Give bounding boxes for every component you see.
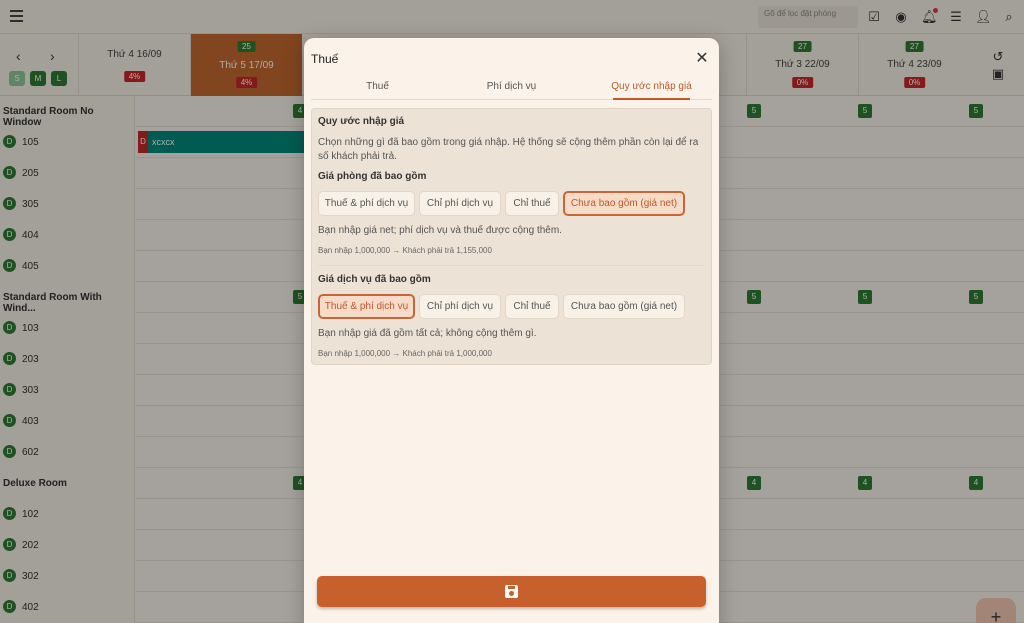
save-icon: [505, 585, 518, 598]
service-price-example: Bạn nhập 1,000,000 → Khách phải trả 1,00…: [318, 349, 492, 358]
room-opt-tax-and-fee[interactable]: Thuế & phí dịch vụ: [318, 191, 415, 216]
room-price-section-title: Giá phòng đã bao gồm: [318, 171, 427, 182]
room-opt-net-price[interactable]: Chưa bao gồm (giá net): [563, 191, 685, 216]
section-divider: [318, 265, 705, 266]
active-tab-indicator: [613, 98, 690, 100]
service-opt-tax-and-fee[interactable]: Thuế & phí dịch vụ: [318, 294, 415, 319]
service-price-section-title: Giá dịch vụ đã bao gồm: [318, 274, 431, 285]
room-opt-tax-only[interactable]: Chỉ thuế: [505, 191, 559, 216]
service-opt-fee-only[interactable]: Chỉ phí dịch vụ: [419, 294, 501, 319]
tab-tax[interactable]: Thuế: [311, 81, 444, 92]
card-title: Quy ước nhập giá: [318, 116, 405, 127]
service-opt-tax-only[interactable]: Chỉ thuế: [505, 294, 559, 319]
service-opt-net-price[interactable]: Chưa bao gồm (giá net): [563, 294, 685, 319]
room-price-example: Bạn nhập 1,000,000 → Khách phải trả 1,15…: [318, 246, 492, 255]
service-price-note: Bạn nhập giá đã gồm tất cả; không cộng t…: [318, 328, 537, 339]
modal-tabs: Thuế Phí dịch vụ Quy ước nhập giá: [311, 74, 712, 100]
tax-settings-modal: Thuế ✕ Thuế Phí dịch vụ Quy ước nhập giá…: [304, 38, 719, 623]
close-icon[interactable]: ✕: [694, 51, 710, 67]
room-opt-fee-only[interactable]: Chỉ phí dịch vụ: [419, 191, 501, 216]
tab-price-input-convention[interactable]: Quy ước nhập giá: [585, 81, 718, 92]
save-button[interactable]: [317, 576, 706, 607]
room-price-note: Bạn nhập giá net; phí dịch vụ và thuế đư…: [318, 225, 562, 236]
price-convention-card: Quy ước nhập giá Chọn những gì đã bao gồ…: [311, 108, 712, 365]
card-description: Chọn những gì đã bao gồm trong giá nhập.…: [318, 137, 699, 162]
tab-service-fee[interactable]: Phí dịch vụ: [445, 81, 578, 92]
modal-title: Thuế: [311, 52, 339, 66]
